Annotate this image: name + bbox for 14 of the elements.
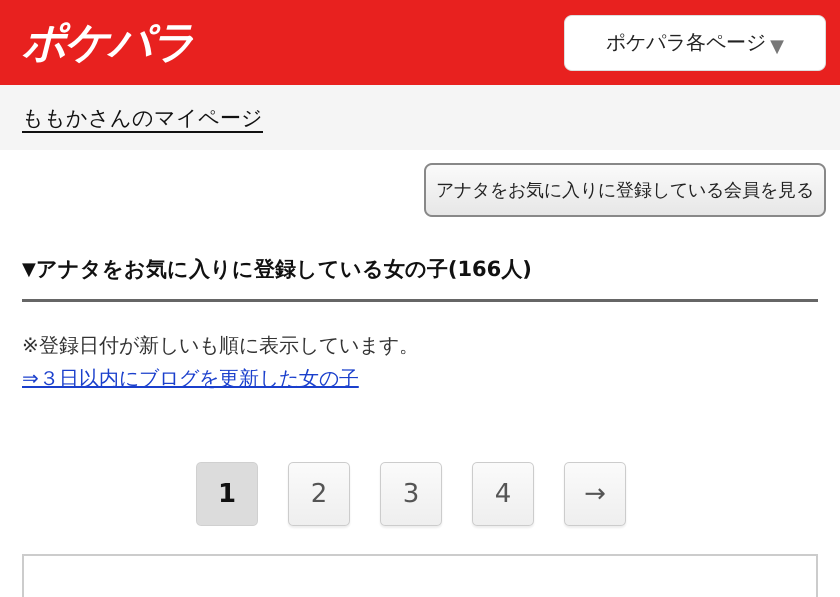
page-button[interactable]: 1 <box>196 462 258 526</box>
page-button[interactable]: 4 <box>472 462 534 526</box>
favorited-members-button[interactable]: アナタをお気に入りに登録している会員を見る <box>424 163 826 217</box>
section-title: アナタをお気に入りに登録している女の子(166人) <box>36 256 532 283</box>
page-button[interactable]: 2 <box>288 462 350 526</box>
mypage-link[interactable]: ももかさんのマイページ <box>22 104 263 132</box>
blog-update-link[interactable]: ⇒３日以内にブログを更新した女の子 <box>22 365 359 392</box>
page-button[interactable]: → <box>564 462 626 526</box>
page-button[interactable]: 3 <box>380 462 442 526</box>
logo[interactable]: ポケパラ <box>22 13 194 72</box>
sort-note: ※登録日付が新しいも順に表示しています。 <box>22 332 420 359</box>
triangle-icon: ▼ <box>22 258 36 280</box>
caret-icon: ▼ <box>770 36 784 57</box>
pages-menu-button[interactable]: ポケパラ各ページ ▼ <box>564 14 826 70</box>
